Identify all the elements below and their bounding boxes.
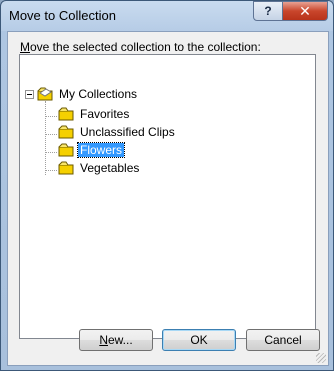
tree-connector <box>45 116 57 117</box>
tree-node-favorites[interactable]: Favorites <box>58 106 131 122</box>
tree-connector <box>45 134 57 135</box>
close-icon: ✕ <box>299 2 311 19</box>
window-title: Move to Collection <box>9 8 116 23</box>
tree-node-vegetables[interactable]: Vegetables <box>58 160 141 176</box>
help-icon: ? <box>264 4 272 18</box>
collection-tree[interactable]: My Collections Favorites Unclassified Cl… <box>19 54 316 339</box>
dialog-window: Move to Collection ? ✕ Move the selected… <box>0 0 334 371</box>
folder-icon <box>58 161 74 175</box>
tree-node-label: Vegetables <box>80 161 140 175</box>
folder-icon <box>58 107 74 121</box>
resize-grip-icon[interactable] <box>316 353 326 363</box>
tree-connector <box>45 152 57 153</box>
close-button[interactable]: ✕ <box>282 1 328 21</box>
tree-node-label: Flowers <box>76 142 126 158</box>
folder-icon <box>37 87 53 101</box>
new-button[interactable]: New... <box>79 329 153 351</box>
tree-node-flowers[interactable]: Flowers <box>58 142 126 158</box>
help-button[interactable]: ? <box>253 1 283 21</box>
collapse-expander[interactable] <box>25 90 34 99</box>
tree-node-unclassified-clips[interactable]: Unclassified Clips <box>58 124 177 140</box>
title-bar[interactable]: Move to Collection ? ✕ <box>1 1 333 31</box>
folder-icon <box>58 143 74 157</box>
instruction-label: Move the selected collection to the coll… <box>20 40 261 54</box>
tree-node-label: Unclassified Clips <box>80 125 175 139</box>
tree-node-label: My Collections <box>59 87 138 101</box>
cancel-button[interactable]: Cancel <box>246 329 320 351</box>
tree-connector <box>45 101 46 175</box>
dialog-client-area: Move the selected collection to the coll… <box>7 31 329 366</box>
folder-icon <box>58 125 74 139</box>
tree-node-label: Favorites <box>80 107 130 121</box>
tree-connector <box>45 170 57 171</box>
ok-button[interactable]: OK <box>162 329 236 351</box>
tree-node-my-collections[interactable]: My Collections <box>37 86 139 102</box>
